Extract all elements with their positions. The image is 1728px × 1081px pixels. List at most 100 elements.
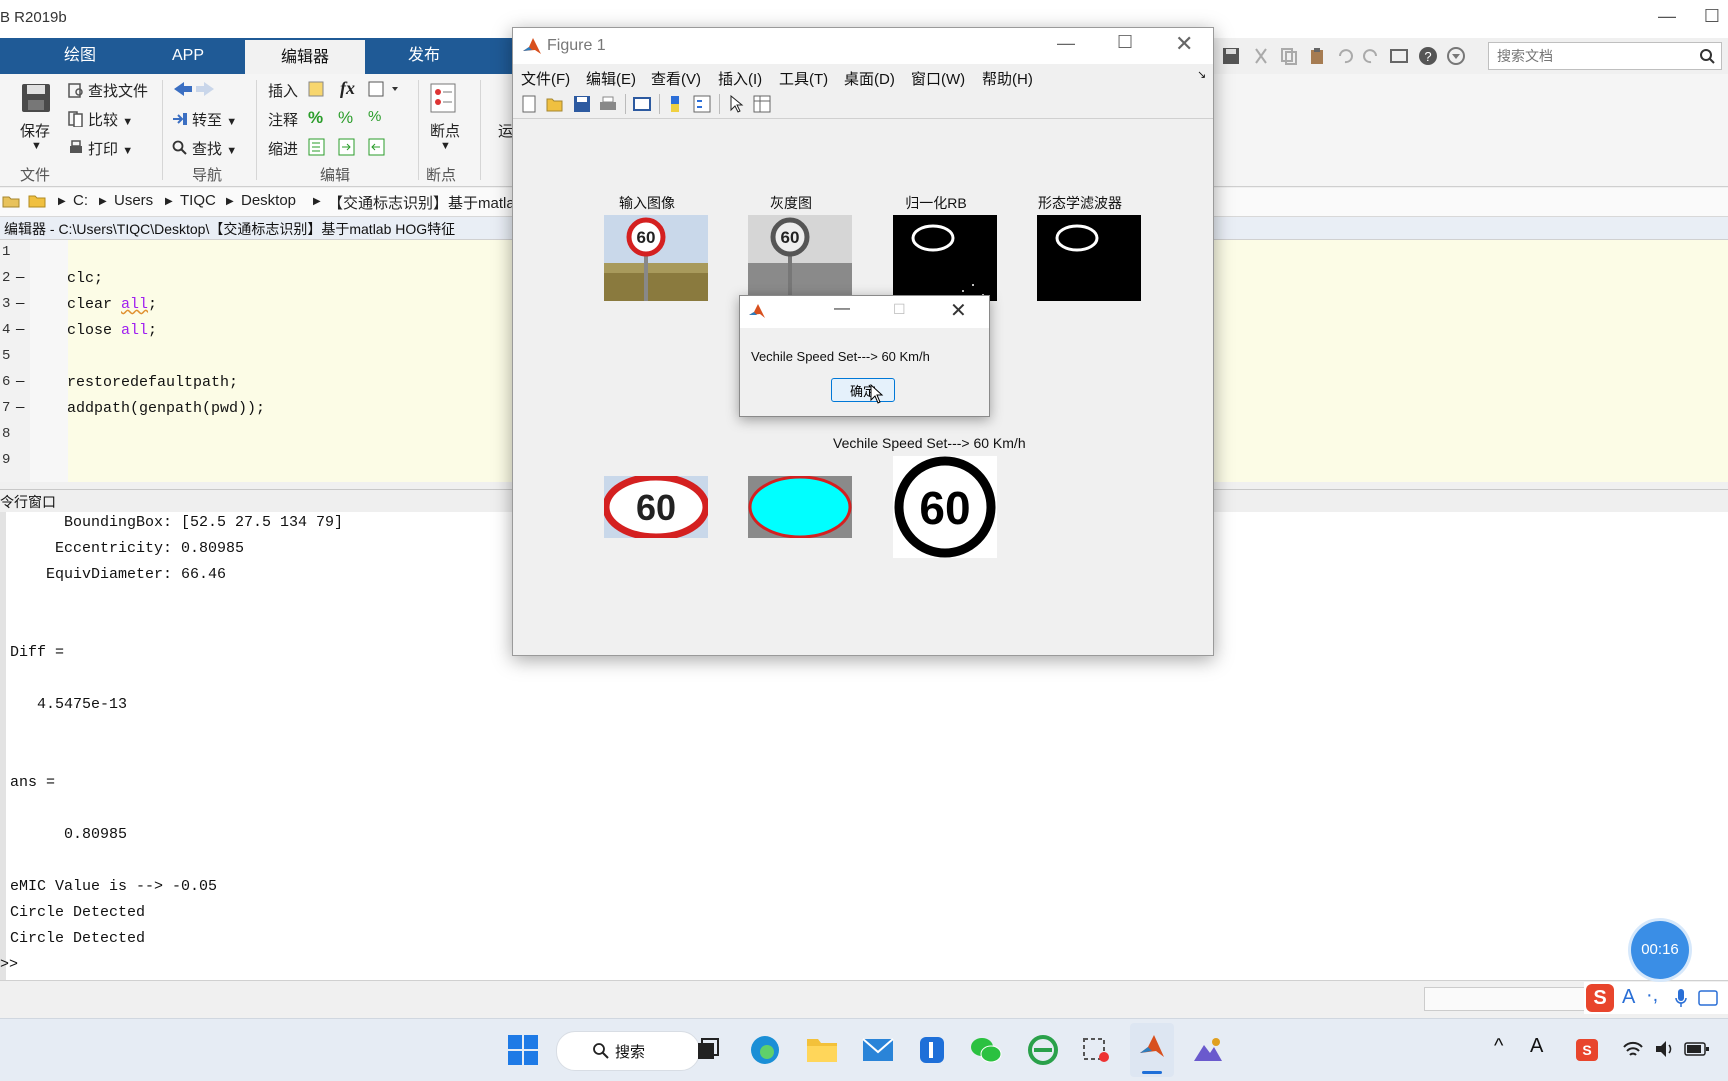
edge-icon[interactable] [750,1035,780,1065]
up-folder-icon[interactable] [2,193,20,209]
breakpoints-icon[interactable] [428,82,460,114]
browser-e-icon[interactable] [1028,1035,1058,1065]
tab-apps[interactable]: APP [148,38,228,74]
print-button[interactable]: 打印 ▼ [68,138,133,159]
close-icon[interactable]: ✕ [950,298,967,323]
help-icon[interactable]: ? [1418,46,1438,66]
switch-windows-icon[interactable] [1390,47,1408,65]
insert-legend-icon[interactable] [693,95,711,113]
code-line[interactable]: clc; [67,270,103,287]
insert-button[interactable]: 插入 [268,80,298,101]
command-prompt[interactable]: >> [0,956,18,973]
minimize-icon[interactable]: — [1647,6,1687,27]
tab-publish[interactable]: 发布 [384,38,464,74]
menu-insert[interactable]: 插入(I) [718,68,762,89]
fx-icon[interactable]: fx [340,78,355,99]
taskbar-search[interactable]: 搜索 [556,1031,700,1071]
sogou-tray-icon[interactable]: S [1576,1039,1598,1061]
ime-mode-icon[interactable]: A [1622,986,1635,1009]
wifi-icon[interactable] [1622,1039,1644,1059]
code-line[interactable]: close all; [67,322,157,339]
menu-edit[interactable]: 编辑(E) [586,68,636,89]
comment-icon[interactable]: % [308,108,323,128]
photos-app-icon[interactable] [1192,1035,1224,1065]
print-figure-icon[interactable] [599,95,617,113]
link-plot-icon[interactable] [633,95,651,113]
cut-icon[interactable] [1252,47,1270,65]
uncomment-icon[interactable]: % [338,108,353,128]
increase-indent-icon[interactable] [338,138,356,156]
wechat-icon[interactable] [970,1035,1002,1065]
insert-colorbar-icon[interactable] [667,95,685,113]
run-button[interactable]: 运 [498,120,513,141]
path-segment[interactable]: Desktop [241,192,296,209]
menu-file[interactable]: 文件(F) [521,68,570,89]
breakpoints-button[interactable]: 断点 [430,120,460,141]
smart-indent-icon[interactable] [308,138,326,156]
file-explorer-icon[interactable] [806,1035,838,1065]
close-icon[interactable]: ✕ [1175,31,1193,57]
breakpoints-dropdown-icon[interactable]: ▼ [440,140,451,152]
breakpoint-dash[interactable]: — [16,374,24,390]
community-icon[interactable] [1446,46,1466,66]
minimize-icon[interactable]: — [1057,33,1075,54]
ime-keyboard-icon[interactable] [1698,988,1718,1008]
chevron-up-icon[interactable]: ^ [1494,1035,1503,1058]
paste-icon[interactable] [1308,47,1326,65]
dialog-titlebar[interactable]: — ☐ ✕ [740,296,989,328]
matlab-taskbar-active[interactable] [1130,1023,1174,1077]
pointer-icon[interactable] [727,95,745,113]
decrease-indent-icon[interactable] [368,138,386,156]
mail-icon[interactable] [862,1036,894,1064]
code-line[interactable]: addpath(genpath(pwd)); [67,400,265,417]
undo-icon[interactable] [1336,47,1354,65]
path-segment[interactable]: 【交通标志识别】基于matla [328,192,515,213]
breakpoint-dash[interactable]: — [16,270,24,286]
battery-icon[interactable] [1684,1041,1710,1057]
maximize-icon[interactable]: ☐ [1692,6,1728,27]
search-icon[interactable] [1699,48,1715,64]
search-documentation[interactable] [1488,42,1722,70]
figure-titlebar[interactable]: Figure 1 — ☐ ✕ [513,28,1213,64]
menu-tools[interactable]: 工具(T) [779,68,828,89]
comment-button[interactable]: 注释 [268,109,298,130]
message-dialog[interactable]: — ☐ ✕ Vechile Speed Set---> 60 Km/h 确定 [739,295,990,417]
compare-button[interactable]: 比较 ▼ [68,109,133,130]
ok-button[interactable]: 确定 [831,378,895,402]
wrap-comments-icon[interactable]: % [368,108,381,125]
open-file-icon[interactable] [546,95,564,113]
microphone-icon[interactable] [1674,988,1688,1008]
goto-button[interactable]: 转至 ▼ [172,109,237,130]
insert-section-icon[interactable] [308,80,326,102]
new-figure-icon[interactable] [520,95,538,113]
save-icon[interactable] [1222,47,1240,65]
save-button[interactable]: 保存 [20,120,50,141]
breakpoint-dash[interactable]: — [16,400,24,416]
pen-icon[interactable]: A [1530,1035,1543,1058]
search-input[interactable] [1495,47,1689,65]
indent-button[interactable]: 缩进 [268,138,298,159]
breakpoint-dash[interactable]: — [16,296,24,312]
folder-icon[interactable] [28,193,46,209]
code-line[interactable]: restoredefaultpath; [67,374,238,391]
back-forward-icon[interactable] [172,80,216,98]
find-button[interactable]: 查找 ▼ [172,138,237,159]
insert-dropdown-icon[interactable] [368,80,404,102]
menu-view[interactable]: 查看(V) [651,68,701,89]
path-segment[interactable]: C: [73,192,88,209]
save-figure-icon[interactable] [573,95,591,113]
menu-help[interactable]: 帮助(H) [982,68,1033,89]
code-line[interactable]: clear all; [67,296,157,313]
save-icon[interactable] [20,82,52,114]
tab-editor[interactable]: 编辑器 [245,38,365,76]
save-dropdown-icon[interactable]: ▼ [31,140,42,152]
snipping-tool-icon[interactable] [1080,1035,1112,1065]
breakpoint-dash[interactable]: — [16,322,24,338]
redo-icon[interactable] [1362,47,1380,65]
copy-icon[interactable] [1280,47,1298,65]
menu-window[interactable]: 窗口(W) [911,68,965,89]
path-segment[interactable]: Users [114,192,153,209]
volume-icon[interactable] [1654,1039,1676,1059]
find-files-button[interactable]: 查找文件 [68,80,148,101]
minimize-icon[interactable]: — [834,300,850,318]
